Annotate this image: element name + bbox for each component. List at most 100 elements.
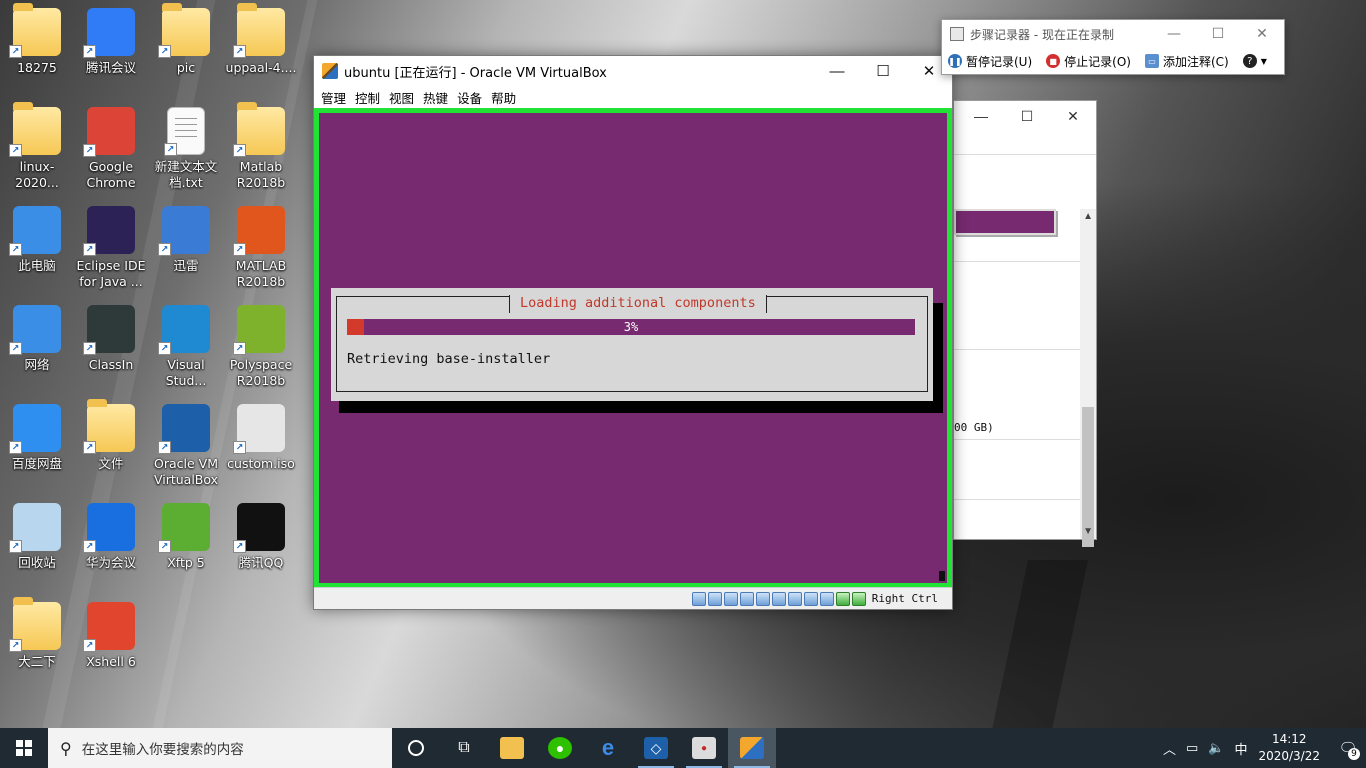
chevron-up-icon[interactable]: ︿: [1163, 739, 1176, 758]
minimize-button[interactable]: —: [1152, 26, 1196, 42]
hard-disk-icon[interactable]: [691, 591, 706, 606]
desktop-icon[interactable]: ↗ Visual Stud...: [149, 305, 223, 397]
menu-control[interactable]: 控制: [355, 88, 380, 107]
usb-icon[interactable]: [755, 591, 770, 606]
notifications-button[interactable]: 🗨 9: [1330, 728, 1366, 768]
menu-manage[interactable]: 管理: [321, 88, 346, 107]
video-capture-icon[interactable]: [803, 591, 818, 606]
desktop-icon-label: custom.iso: [227, 456, 295, 471]
wechat-icon: ●: [548, 737, 572, 759]
taskbar-file-explorer[interactable]: [488, 728, 536, 768]
taskbar-wechat[interactable]: ●: [536, 728, 584, 768]
desktop-icon-label: pic: [176, 60, 196, 75]
volume-icon[interactable]: 🔈: [1208, 741, 1224, 756]
menu-help[interactable]: 帮助: [491, 88, 516, 107]
desktop-icon[interactable]: ↗ Matlab R2018b: [224, 102, 298, 199]
recycle-bin-icon: ↗: [9, 503, 61, 553]
ime-indicator[interactable]: 中: [1234, 739, 1247, 758]
shortcut-arrow-icon: ↗: [83, 540, 96, 553]
desktop-icon[interactable]: ↗ custom.iso: [224, 404, 298, 496]
maximize-button[interactable]: ☐: [1004, 108, 1050, 125]
desktop-icon[interactable]: ↗ Eclipse IDE for Java ...: [74, 206, 148, 298]
optical-drive-icon[interactable]: [707, 591, 722, 606]
iso-file-icon: ↗: [233, 404, 285, 454]
stop-record-label: 停止记录(O): [1064, 54, 1131, 69]
steps-recorder-window[interactable]: 步骤记录器 - 现在正在录制 — ☐ ✕ ❚❚ 暂停记录(U) ■ 停止记录(O…: [941, 19, 1285, 75]
virtualbox-vm-icon: [740, 737, 764, 759]
clock[interactable]: 14:12 2020/3/22: [1258, 731, 1320, 765]
taskbar-steps-recorder[interactable]: ●: [680, 728, 728, 768]
desktop-icon[interactable]: ↗ 华为会议: [74, 503, 148, 595]
chevron-down-icon: ▼: [1260, 56, 1267, 66]
desktop-icon[interactable]: ↗ pic: [149, 3, 223, 100]
desktop-icon[interactable]: ↗ uppaal-4....: [224, 3, 298, 100]
background-window-header: [954, 131, 1096, 155]
shared-folders-icon[interactable]: [771, 591, 786, 606]
menu-view[interactable]: 视图: [389, 88, 414, 107]
desktop-icon[interactable]: ↗ Oracle VM VirtualBox: [149, 404, 223, 496]
desktop-icon[interactable]: ↗ 腾讯会议: [74, 8, 148, 100]
add-comment-button[interactable]: ▭ 添加注释(C): [1144, 53, 1229, 70]
vm-display[interactable]: Loading additional components 3% Retriev…: [314, 108, 952, 588]
taskbar-virtualbox[interactable]: ◇: [632, 728, 680, 768]
desktop-icon[interactable]: ↗ 回收站: [0, 503, 74, 595]
desktop-icon[interactable]: ↗ Xftp 5: [149, 503, 223, 595]
steps-recorder-titlebar[interactable]: 步骤记录器 - 现在正在录制 — ☐ ✕: [942, 20, 1284, 48]
text-file-icon: ↗: [164, 107, 205, 156]
desktop-icon[interactable]: ↗ 网络: [0, 305, 74, 397]
stop-icon: ■: [1046, 54, 1061, 68]
menu-devices[interactable]: 设备: [457, 88, 482, 107]
scroll-down-icon[interactable]: ▼: [1083, 526, 1093, 537]
desktop-icon[interactable]: ↗ Xshell 6: [74, 602, 148, 694]
desktop-icon[interactable]: ↗ MATLAB R2018b: [224, 206, 298, 298]
virtualbox-window[interactable]: ubuntu [正在运行] - Oracle VM VirtualBox — ☐…: [313, 55, 953, 610]
desktop-icon[interactable]: ↗ Google Chrome: [74, 107, 148, 199]
mouse-integration-icon[interactable]: [835, 591, 850, 606]
desktop-icon[interactable]: ↗ 新建文本文档.txt: [149, 107, 223, 199]
desktop-icon[interactable]: ↗ ClassIn: [74, 305, 148, 397]
help-button[interactable]: ? ▼: [1242, 54, 1267, 68]
desktop-icon[interactable]: ↗ linux-2020...: [0, 102, 74, 199]
desktop-icon[interactable]: ↗ 大二下: [0, 597, 74, 694]
start-button[interactable]: [0, 728, 48, 768]
menu-hotkeys[interactable]: 热键: [423, 88, 448, 107]
add-comment-label: 添加注释(C): [1162, 54, 1229, 69]
desktop-icon[interactable]: ↗ 迅雷: [149, 206, 223, 298]
maximize-button[interactable]: ☐: [860, 56, 906, 86]
minimize-button[interactable]: —: [814, 56, 860, 86]
scrollbar[interactable]: ▲ ▼: [1080, 209, 1096, 547]
virtualization-icon[interactable]: [819, 591, 834, 606]
background-window[interactable]: — ☐ ✕ 00 GB) ▲ ▼: [953, 100, 1097, 547]
close-button[interactable]: ✕: [1240, 26, 1284, 42]
progress-bar: 3%: [347, 319, 915, 335]
battery-icon[interactable]: ▭: [1186, 741, 1198, 756]
desktop-icon[interactable]: ↗ 18275: [0, 3, 74, 100]
search-box[interactable]: ⚲ 在这里输入你要搜索的内容: [48, 728, 392, 768]
folder-icon: ↗: [233, 102, 285, 157]
shortcut-arrow-icon: ↗: [233, 144, 246, 157]
maximize-button[interactable]: ☐: [1196, 26, 1240, 42]
keyboard-capture-icon[interactable]: [851, 591, 866, 606]
scroll-up-icon[interactable]: ▲: [1083, 211, 1093, 222]
taskbar: ⚲ 在这里输入你要搜索的内容 ⧉ ● e ◇ ● ︿ ▭ 🔈 中 14:12 2…: [0, 728, 1366, 768]
cortana-button[interactable]: [392, 728, 440, 768]
close-button[interactable]: ✕: [1050, 108, 1096, 125]
network-adapter-icon[interactable]: [739, 591, 754, 606]
minimize-button[interactable]: —: [958, 108, 1004, 124]
desktop-icon-label: MATLAB R2018b: [235, 258, 287, 289]
stop-record-button[interactable]: ■ 停止记录(O): [1046, 53, 1131, 70]
pause-record-button[interactable]: ❚❚ 暂停记录(U): [948, 53, 1032, 70]
taskbar-edge[interactable]: e: [584, 728, 632, 768]
task-view-button[interactable]: ⧉: [440, 728, 488, 768]
desktop-icon[interactable]: ↗ 百度网盘: [0, 404, 74, 496]
desktop-icon[interactable]: ↗ 腾讯QQ: [224, 503, 298, 595]
shortcut-arrow-icon: ↗: [83, 144, 96, 157]
display-icon[interactable]: [787, 591, 802, 606]
shortcut-arrow-icon: ↗: [233, 45, 246, 58]
taskbar-virtualbox-vm[interactable]: [728, 728, 776, 768]
virtualbox-titlebar[interactable]: ubuntu [正在运行] - Oracle VM VirtualBox — ☐…: [314, 56, 952, 86]
desktop-icon[interactable]: ↗ Polyspace R2018b: [224, 305, 298, 397]
desktop-icon[interactable]: ↗ 文件: [74, 399, 148, 496]
audio-icon[interactable]: [723, 591, 738, 606]
desktop-icon[interactable]: ↗ 此电脑: [0, 206, 74, 298]
